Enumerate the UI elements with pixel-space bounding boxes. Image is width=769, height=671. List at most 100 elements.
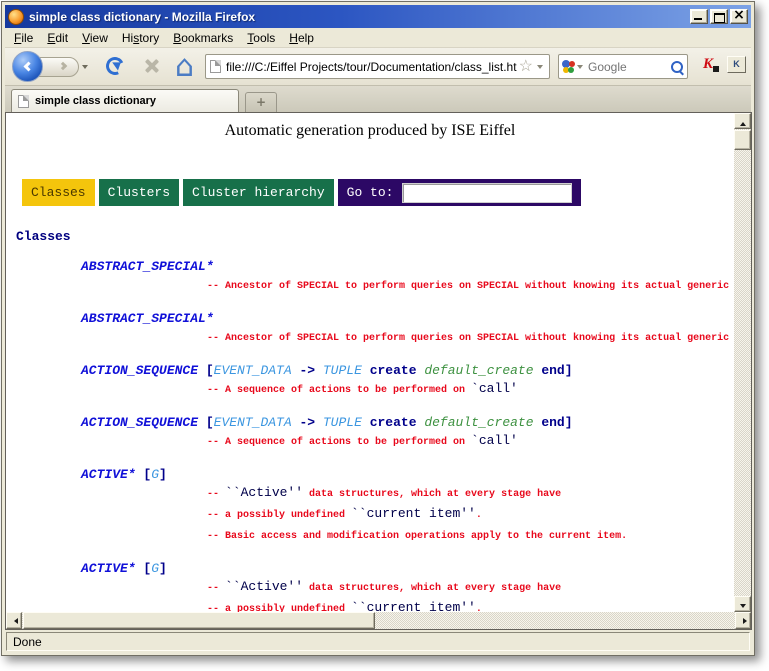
- class-comment-line: -- ``Active'' data structures, which at …: [207, 483, 734, 504]
- comment-text: -- a possibly undefined: [207, 510, 351, 521]
- class-name-line: ACTION_SEQUENCE [EVENT_DATA -> TUPLE cre…: [81, 362, 734, 379]
- tab-title: simple class dictionary: [35, 95, 156, 107]
- clusters-button[interactable]: Clusters: [99, 179, 179, 206]
- tab-simple-class-dictionary[interactable]: simple class dictionary: [11, 89, 239, 112]
- comment-text: ``Active'': [225, 485, 303, 500]
- signature-text: default_create: [424, 363, 533, 378]
- minimize-button[interactable]: [690, 9, 708, 24]
- signature-text: EVENT_DATA: [214, 363, 292, 378]
- scroll-down-button[interactable]: [734, 596, 751, 612]
- cluster-hierarchy-button[interactable]: Cluster hierarchy: [183, 179, 334, 206]
- menu-edit[interactable]: Edit: [40, 29, 75, 47]
- class-link[interactable]: ABSTRACT_SPECIAL*: [81, 259, 214, 274]
- signature-text: create: [362, 415, 424, 430]
- classes-button[interactable]: Classes: [22, 179, 95, 206]
- horizontal-scrollbar[interactable]: [6, 612, 751, 629]
- class-comment-line: -- a possibly undefined ``current item''…: [207, 598, 734, 612]
- menu-view[interactable]: View: [75, 29, 115, 47]
- class-link[interactable]: ACTION_SEQUENCE: [81, 363, 198, 378]
- menu-bar: FileEditViewHistoryBookmarksToolsHelp: [5, 28, 751, 48]
- menu-tools[interactable]: Tools: [240, 29, 282, 47]
- status-text: Done: [6, 632, 750, 651]
- kaspersky-icon[interactable]: [703, 56, 719, 72]
- close-button[interactable]: [730, 9, 748, 24]
- signature-text: G: [151, 561, 159, 576]
- signature-text: ->: [292, 363, 323, 378]
- vertical-scroll-thumb[interactable]: [734, 130, 751, 150]
- horizontal-scroll-thumb[interactable]: [23, 612, 375, 629]
- comment-text: -- Ancestor of SPECIAL to perform querie…: [207, 281, 734, 292]
- scroll-right-button[interactable]: [735, 612, 751, 629]
- page-content: Automatic generation produced by ISE Eif…: [6, 113, 734, 612]
- comment-text: -- Basic access and modification operati…: [207, 531, 627, 542]
- goto-label: Go to:: [347, 185, 394, 200]
- signature-text: ->: [292, 415, 323, 430]
- comment-text: -- a possibly undefined: [207, 604, 351, 612]
- google-icon: [562, 60, 575, 73]
- signature-text: default_create: [424, 415, 533, 430]
- title-bar: simple class dictionary - Mozilla Firefo…: [5, 5, 751, 28]
- signature-text: end]: [534, 363, 573, 378]
- address-input[interactable]: [226, 60, 517, 74]
- scroll-up-button[interactable]: [734, 113, 751, 129]
- class-entry: ABSTRACT_SPECIAL* -- Ancestor of SPECIAL …: [81, 310, 734, 348]
- comment-text: -- A sequence of actions to be performed…: [207, 385, 471, 396]
- comment-text: -- A sequence of actions to be performed…: [207, 437, 471, 448]
- reload-button[interactable]: [105, 56, 125, 76]
- bookmark-star-icon[interactable]: ☆: [519, 59, 533, 75]
- new-tab-button[interactable]: +: [245, 92, 277, 112]
- signature-text: EVENT_DATA: [214, 415, 292, 430]
- comment-text: ``current item'': [351, 600, 476, 612]
- menu-history[interactable]: History: [115, 29, 166, 47]
- comment-text: `call': [471, 433, 518, 448]
- comment-text: .: [476, 604, 482, 612]
- home-button[interactable]: ⌂: [175, 49, 194, 85]
- navigation-toolbar: ⌂ ☆ K: [5, 48, 751, 86]
- class-link[interactable]: ABSTRACT_SPECIAL*: [81, 311, 214, 326]
- class-comment-line: -- Ancestor of SPECIAL to perform querie…: [207, 327, 734, 348]
- class-comment-line: -- Ancestor of SPECIAL to perform querie…: [207, 275, 734, 296]
- scroll-left-button[interactable]: [6, 612, 22, 629]
- class-comment-line: -- ``Active'' data structures, which at …: [207, 577, 734, 598]
- comment-text: -- Ancestor of SPECIAL to perform querie…: [207, 333, 734, 344]
- class-name-line: ABSTRACT_SPECIAL*: [81, 310, 734, 327]
- class-entry: ACTIVE* [G]-- ``Active'' data structures…: [81, 560, 734, 612]
- signature-text: [: [136, 467, 152, 482]
- page-icon: [210, 60, 221, 73]
- back-button[interactable]: [12, 51, 43, 82]
- class-name-line: ABSTRACT_SPECIAL*: [81, 258, 734, 275]
- maximize-button[interactable]: [710, 9, 728, 24]
- browser-viewport: Automatic generation produced by ISE Eif…: [5, 112, 752, 630]
- menu-bookmarks[interactable]: Bookmarks: [166, 29, 240, 47]
- k-addon-button[interactable]: K: [727, 56, 746, 73]
- goto-input[interactable]: [402, 183, 572, 203]
- search-bar[interactable]: [558, 54, 688, 79]
- signature-text: ]: [159, 561, 167, 576]
- history-dropdown-icon[interactable]: [82, 65, 88, 72]
- search-engine-dropdown-icon[interactable]: [577, 65, 583, 72]
- class-comment-line: -- A sequence of actions to be performed…: [207, 379, 734, 400]
- class-link[interactable]: ACTIVE*: [81, 561, 136, 576]
- class-link[interactable]: ACTIVE*: [81, 467, 136, 482]
- class-comment-line: -- Basic access and modification operati…: [207, 525, 734, 546]
- address-bar[interactable]: ☆: [205, 54, 550, 79]
- comment-text: `call': [471, 381, 518, 396]
- comment-text: ``Active'': [225, 579, 303, 594]
- search-input[interactable]: [588, 60, 670, 74]
- class-entry: ABSTRACT_SPECIAL* -- Ancestor of SPECIAL …: [81, 258, 734, 296]
- search-icon[interactable]: [670, 60, 684, 74]
- class-link[interactable]: ACTION_SEQUENCE: [81, 415, 198, 430]
- tab-bar: simple class dictionary +: [5, 86, 751, 112]
- address-dropdown-icon[interactable]: [537, 65, 543, 72]
- signature-text: [: [198, 415, 214, 430]
- class-name-line: ACTIVE* [G]: [81, 560, 734, 577]
- menu-file[interactable]: File: [7, 29, 40, 47]
- comment-text: --: [207, 583, 225, 594]
- signature-text: end]: [534, 415, 573, 430]
- menu-help[interactable]: Help: [282, 29, 321, 47]
- vertical-scrollbar[interactable]: [734, 113, 751, 612]
- stop-button[interactable]: [143, 57, 161, 75]
- class-comment-line: -- A sequence of actions to be performed…: [207, 431, 734, 452]
- section-title: Classes: [16, 229, 734, 244]
- comment-text: data structures, which at every stage ha…: [303, 489, 561, 500]
